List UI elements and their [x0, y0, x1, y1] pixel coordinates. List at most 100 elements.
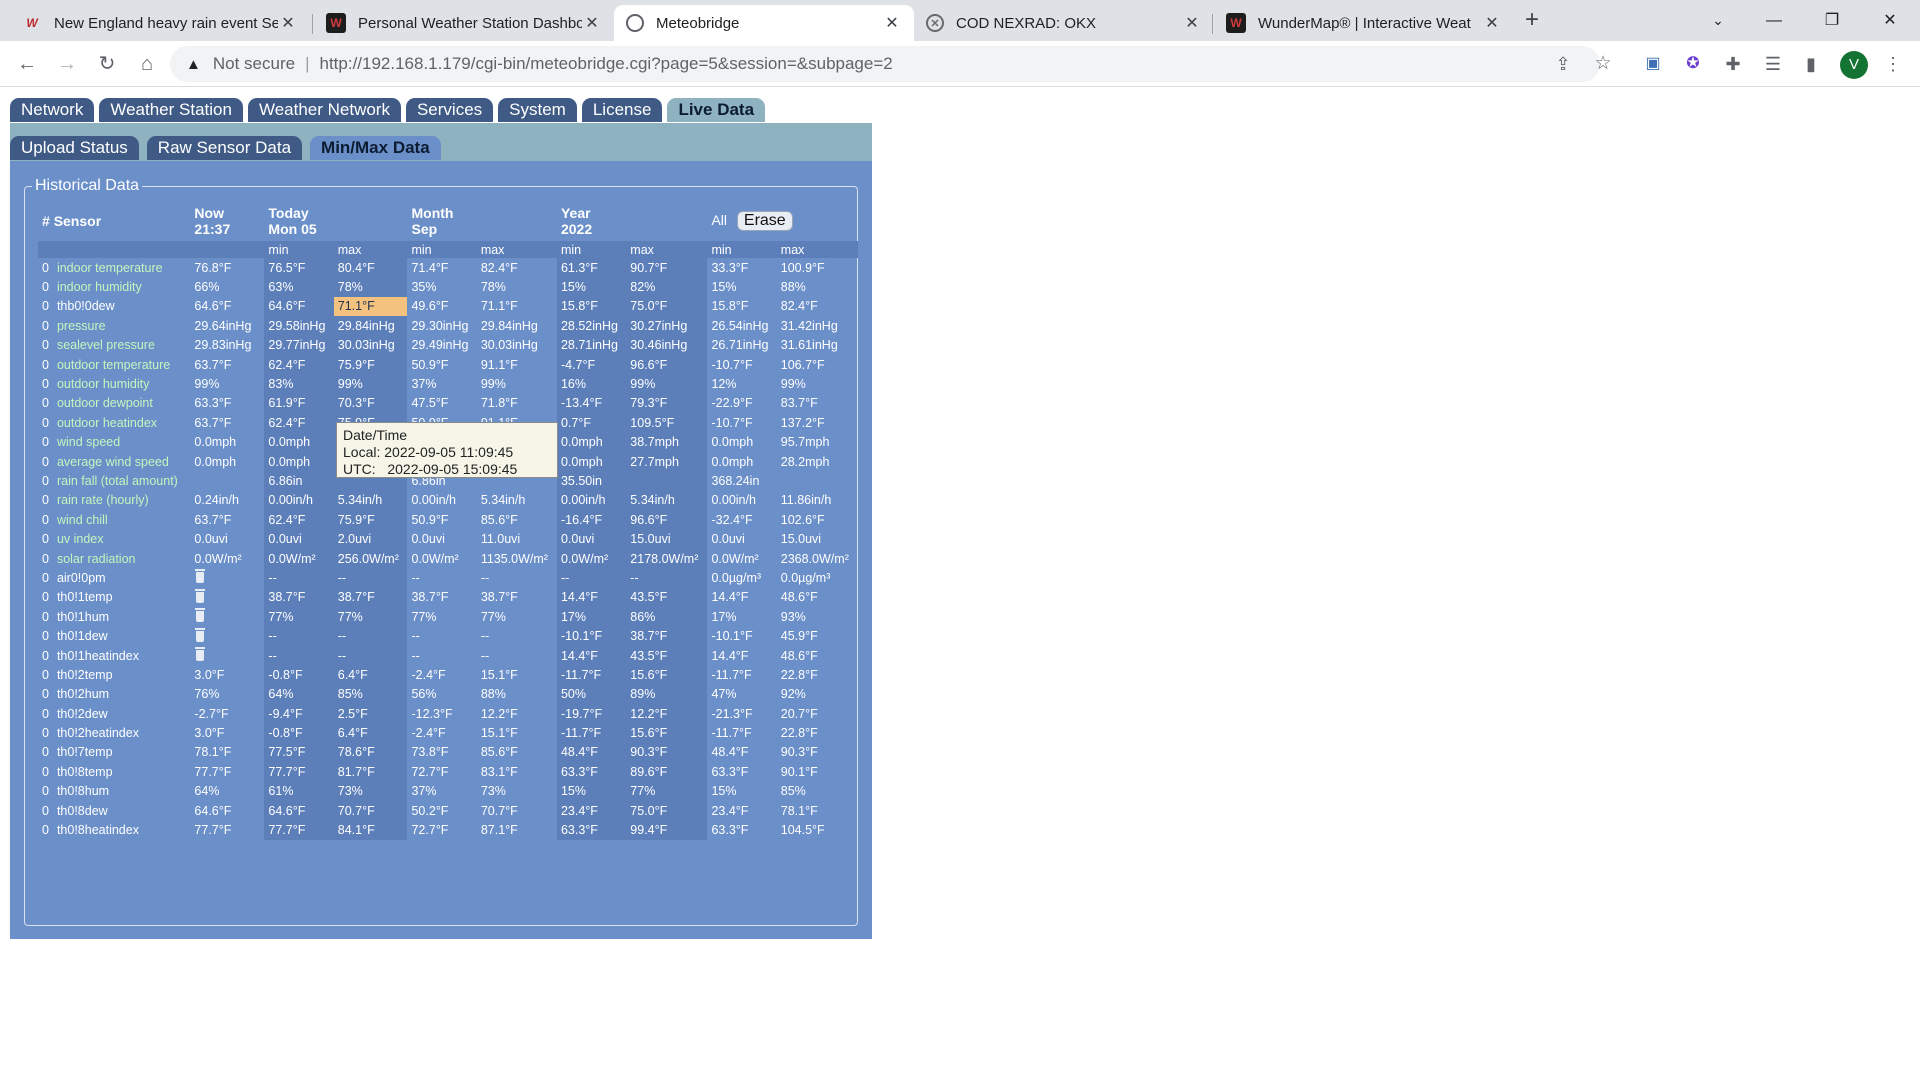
window-close-icon[interactable]: ✕ — [1868, 0, 1912, 41]
erase-button[interactable]: Erase — [736, 211, 793, 231]
all-header: All Erase — [707, 201, 858, 241]
restore-icon[interactable]: ❐ — [1810, 0, 1854, 41]
max-value: 43.5°F — [626, 587, 708, 608]
max-value: -- — [333, 626, 408, 646]
url-text[interactable]: http://192.168.1.179/cgi-bin/meteobridge… — [319, 54, 892, 74]
trash-icon[interactable] — [194, 608, 206, 623]
row-index: 0 — [42, 629, 49, 644]
min-value: 64.6°F — [264, 296, 334, 317]
tab-system[interactable]: System — [498, 98, 577, 122]
max-value: 20.7°F — [780, 706, 818, 721]
bookmark-star-icon[interactable]: ☆ — [1588, 49, 1618, 79]
address-bar[interactable]: ▲ Not secure | http://192.168.1.179/cgi-… — [170, 46, 1600, 82]
min-value: 14.4°F — [556, 587, 627, 608]
tooltip-utc: UTC: 2022-09-05 15:09:45 — [343, 461, 551, 478]
max-value: 90.1°F — [780, 764, 818, 779]
max-value: 15.6°F — [626, 723, 708, 743]
table-row: 0 thb0!0dew 64.6°F 64.6°F 71.1°F 49.6°F 71.1°F… — [38, 296, 858, 317]
tooltip-title: Date/Time — [343, 427, 408, 443]
now-value: 0.0W/m² — [194, 551, 242, 566]
row-index: 0 — [42, 784, 49, 799]
sensor-name: wind chill — [56, 512, 108, 527]
max-value: 2.0uvi — [333, 529, 408, 549]
max-value: 85.6°F — [480, 745, 518, 760]
reload-icon[interactable]: ↻ — [92, 49, 122, 79]
trash-icon[interactable] — [194, 569, 206, 584]
extension-icon[interactable]: ▣ — [1638, 49, 1668, 79]
min-value: 0.0mph — [711, 454, 754, 469]
tab-services[interactable]: Services — [405, 98, 494, 122]
browser-tab-4[interactable]: W WunderMap® | Interactive Weat ✕ — [1214, 5, 1514, 41]
row-index: 0 — [42, 318, 49, 333]
media-icon[interactable]: ☰ — [1758, 49, 1788, 79]
now-value: 29.64inHg — [194, 318, 252, 333]
min-value: 63.3°F — [556, 762, 627, 782]
delete-cell — [190, 588, 264, 607]
max-value: 71.8°F — [480, 396, 518, 411]
max-value: 29.84inHg — [480, 318, 538, 333]
max-value: 75.0°F — [626, 800, 708, 821]
warning-icon[interactable]: ▲ — [186, 56, 201, 73]
close-icon[interactable]: ✕ — [582, 13, 602, 33]
max-value: 90.3°F — [626, 742, 708, 763]
max-value: 6.4°F — [333, 723, 408, 743]
trash-icon[interactable] — [194, 627, 206, 642]
tab-license[interactable]: License — [581, 98, 663, 122]
now-value: 64.6°F — [194, 803, 232, 818]
min-value: -10.7°F — [711, 357, 753, 372]
tab-network[interactable]: Network — [10, 98, 95, 122]
not-secure-label[interactable]: Not secure — [213, 54, 295, 74]
rain-total-value: 368.24in — [711, 473, 760, 488]
tab-search-chevron-icon[interactable]: ⌄ — [1696, 0, 1740, 41]
tab-raw-sensor-data[interactable]: Raw Sensor Data — [146, 136, 303, 160]
min-value: 0.00in/h — [711, 493, 756, 508]
min-value: 48.4°F — [711, 745, 749, 760]
share-icon[interactable]: ⇪ — [1548, 49, 1578, 79]
now-value: 0.0mph — [194, 454, 237, 469]
min-value: -21.3°F — [711, 706, 753, 721]
close-icon[interactable]: ✕ — [1482, 13, 1502, 33]
max-value: 83.1°F — [480, 764, 518, 779]
trash-icon[interactable] — [194, 588, 206, 603]
all-label: All — [711, 212, 728, 228]
back-icon[interactable]: ← — [12, 49, 42, 79]
browser-tab-1[interactable]: W Personal Weather Station Dashbo ✕ — [314, 5, 614, 41]
minimize-icon[interactable]: — — [1752, 0, 1796, 41]
side-panel-icon[interactable]: ▮ — [1796, 49, 1826, 79]
trash-icon[interactable] — [194, 647, 206, 661]
forward-icon[interactable]: → — [52, 49, 82, 79]
now-value: 77.7°F — [194, 764, 232, 779]
minmax-row: min max min max min max min max — [38, 241, 858, 258]
min-value: 50.9°F — [411, 512, 449, 527]
rain-total-value: 35.50in — [556, 471, 708, 491]
tab-min-max-data[interactable]: Min/Max Data — [310, 136, 441, 160]
browser-tab-2[interactable]: Meteobridge ✕ — [614, 5, 914, 41]
month-label: Month — [411, 205, 454, 221]
extension-icon[interactable]: ✪ — [1678, 49, 1708, 79]
browser-tab-3[interactable]: ✕ COD NEXRAD: OKX ✕ — [914, 5, 1214, 41]
close-icon[interactable]: ✕ — [278, 13, 298, 33]
max-value: 15.0uvi — [780, 532, 822, 547]
min-value: 63.3°F — [711, 823, 749, 838]
sub-tabs: Upload Status Raw Sensor Data Min/Max Da… — [10, 136, 449, 160]
max-value: 99% — [333, 374, 408, 394]
max-value: 2178.0W/m² — [626, 548, 708, 569]
max-value: 73% — [480, 784, 506, 799]
row-index: 0 — [42, 745, 49, 760]
close-icon[interactable]: ✕ — [882, 13, 902, 33]
tab-live-data[interactable]: Live Data — [667, 98, 766, 122]
puzzle-icon[interactable]: ✚ — [1718, 49, 1748, 79]
tab-weather-station[interactable]: Weather Station — [99, 98, 243, 122]
max-value: 1135.0W/m² — [480, 551, 548, 566]
year-value: 2022 — [560, 221, 593, 237]
now-time: 21:37 — [194, 221, 231, 237]
home-icon[interactable]: ⌂ — [132, 49, 162, 79]
tab-upload-status[interactable]: Upload Status — [10, 136, 139, 160]
avatar[interactable]: V — [1840, 51, 1868, 79]
min-value: 23.4°F — [711, 803, 749, 818]
menu-icon[interactable]: ⋮ — [1878, 49, 1908, 79]
close-icon[interactable]: ✕ — [1182, 13, 1202, 33]
browser-tab-0[interactable]: W New England heavy rain event Se ✕ — [10, 5, 310, 41]
tab-weather-network[interactable]: Weather Network — [247, 98, 401, 122]
new-tab-icon[interactable]: + — [1518, 6, 1546, 34]
